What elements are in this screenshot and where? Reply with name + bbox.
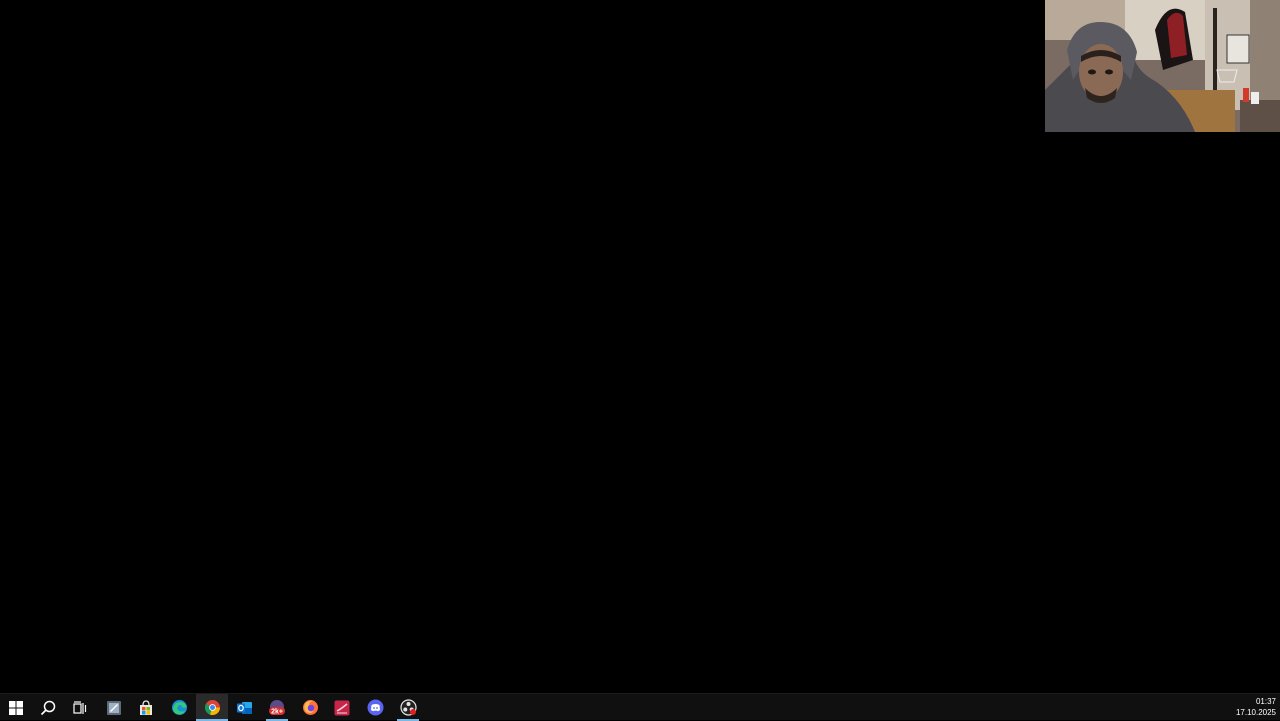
- webcam-image: [1045, 0, 1280, 132]
- taskbar: 2k+ 01:37 17.10.2025: [0, 693, 1280, 721]
- taskbar-app-outlook[interactable]: [228, 694, 260, 721]
- taskbar-app-window[interactable]: [98, 694, 130, 721]
- app-window-icon: [107, 700, 121, 715]
- taskbar-app-discord[interactable]: [359, 694, 391, 721]
- discord-icon: [367, 699, 383, 716]
- taskbar-app-red[interactable]: [326, 694, 358, 721]
- store-icon: [140, 699, 152, 715]
- taskbar-app-obs[interactable]: [392, 694, 424, 721]
- taskbar-app-chrome[interactable]: [196, 694, 228, 721]
- task-view-button[interactable]: [64, 694, 96, 721]
- start-button[interactable]: [0, 694, 32, 721]
- webcam-overlay: [1045, 0, 1280, 132]
- taskbar-app-notifications[interactable]: 2k+: [261, 694, 293, 721]
- red-app-icon: [334, 700, 350, 715]
- badge-app-icon: 2k+: [269, 699, 285, 715]
- edge-icon: [171, 700, 187, 715]
- firefox-icon: [302, 700, 318, 715]
- outlook-icon: [236, 701, 252, 714]
- clock-time: 01:37: [1255, 697, 1276, 706]
- clock-date: 17.10.2025: [1235, 708, 1276, 717]
- search-icon: [40, 700, 56, 715]
- system-clock[interactable]: 01:37 17.10.2025: [1216, 696, 1276, 718]
- obs-icon: [399, 699, 417, 716]
- chrome-icon: [204, 700, 220, 716]
- search-button[interactable]: [32, 694, 64, 721]
- windows-logo-icon: [9, 700, 23, 715]
- taskbar-app-edge[interactable]: [163, 694, 195, 721]
- taskbar-app-firefox[interactable]: [294, 694, 326, 721]
- notification-badge: 2k+: [271, 708, 283, 715]
- task-view-icon: [73, 700, 87, 714]
- taskbar-app-store[interactable]: [130, 694, 162, 721]
